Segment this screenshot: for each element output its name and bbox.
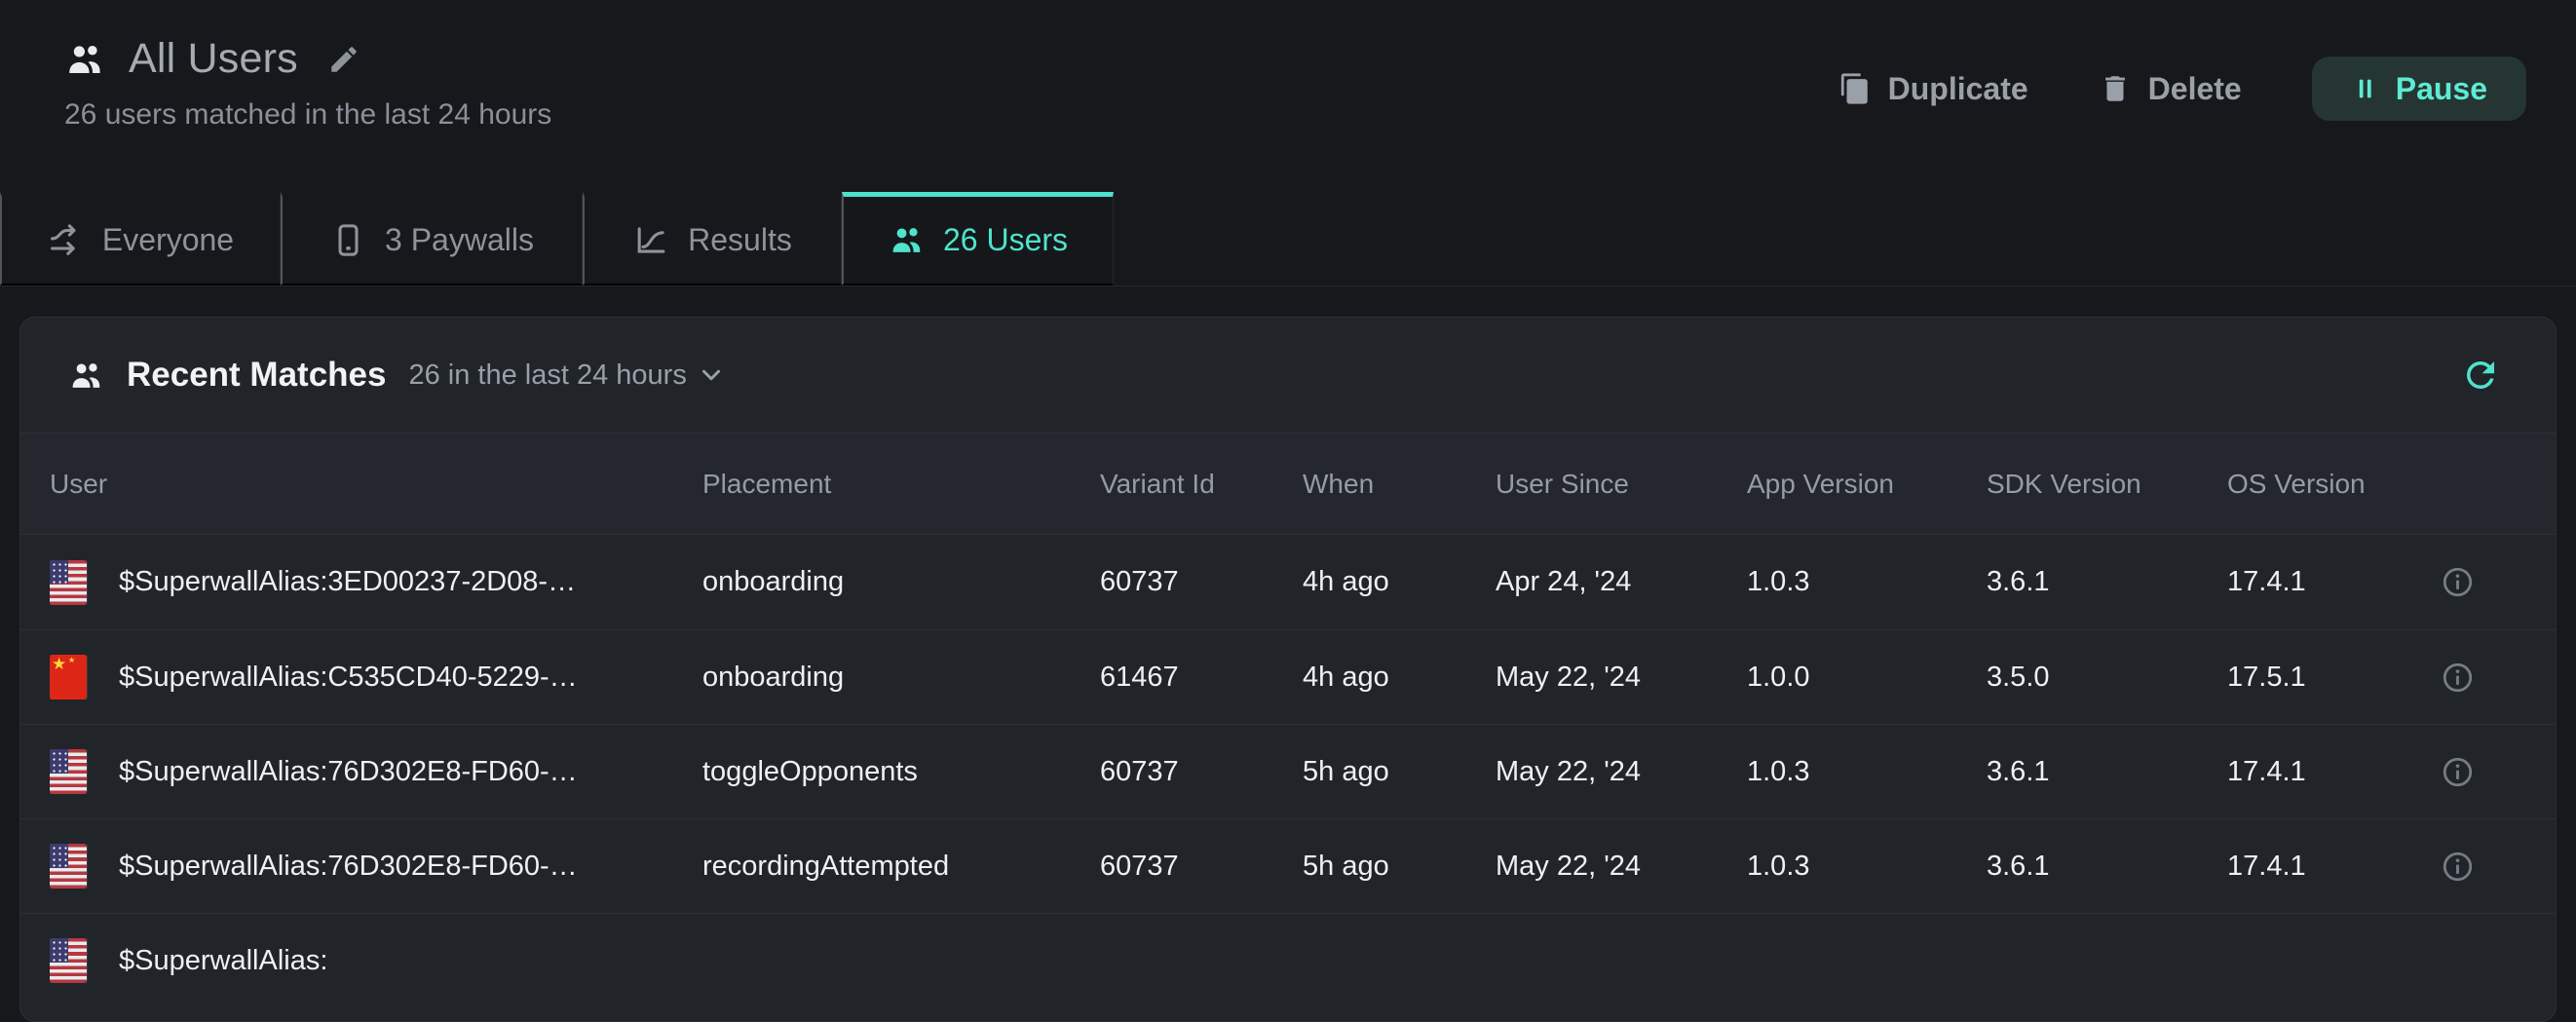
- header-actions: Duplicate Delete Pause: [1838, 57, 2526, 121]
- country-flag-icon: [50, 938, 87, 983]
- variant-id: 60737: [1100, 851, 1303, 883]
- delete-button[interactable]: Delete: [2099, 71, 2242, 107]
- panel-title: Recent Matches: [127, 356, 386, 395]
- users-icon: [889, 222, 925, 258]
- pause-button[interactable]: Pause: [2312, 57, 2526, 121]
- os-version: 17.5.1: [2227, 662, 2407, 694]
- tab-bar: Everyone 3 Paywalls Results 26 Users: [0, 192, 2576, 286]
- when: 4h ago: [1303, 662, 1496, 694]
- col-user: User: [50, 469, 702, 500]
- tab-everyone-label: Everyone: [102, 222, 234, 258]
- duplicate-icon: [1838, 72, 1872, 105]
- page-subtitle: 26 users matched in the last 24 hours: [64, 98, 551, 132]
- app-version: 1.0.3: [1747, 566, 1987, 598]
- country-flag-icon: [50, 655, 87, 700]
- tab-results[interactable]: Results: [583, 192, 842, 285]
- duplicate-button[interactable]: Duplicate: [1838, 71, 2028, 107]
- user-since: Apr 24, '24: [1496, 566, 1747, 598]
- app-version: 1.0.3: [1747, 851, 1987, 883]
- user-since: May 22, '24: [1496, 662, 1747, 694]
- app-version: 1.0.0: [1747, 662, 1987, 694]
- table-row[interactable]: $SuperwallAlias:76D302E8-FD60-… recordin…: [20, 818, 2556, 913]
- refresh-icon: [2460, 355, 2501, 396]
- recent-matches-panel: Recent Matches 26 in the last 24 hours U…: [19, 317, 2557, 1022]
- page-header: All Users 26 users matched in the last 2…: [0, 0, 2576, 192]
- delete-label: Delete: [2148, 71, 2242, 107]
- tab-users-label: 26 Users: [943, 222, 1068, 258]
- variant-id: 60737: [1100, 756, 1303, 788]
- placement: onboarding: [702, 662, 1100, 694]
- user-since: May 22, '24: [1496, 851, 1747, 883]
- col-sdk-version: SDK Version: [1987, 469, 2227, 500]
- info-icon: [2440, 564, 2476, 600]
- users-icon: [68, 358, 104, 394]
- when: 5h ago: [1303, 851, 1496, 883]
- when: 5h ago: [1303, 756, 1496, 788]
- page-title: All Users: [129, 35, 298, 83]
- tab-everyone[interactable]: Everyone: [0, 192, 281, 285]
- table-row[interactable]: $SuperwallAlias:C535CD40-5229-… onboardi…: [20, 629, 2556, 724]
- title-block: All Users 26 users matched in the last 2…: [64, 35, 551, 132]
- col-user-since: User Since: [1496, 469, 1747, 500]
- info-button[interactable]: [2440, 564, 2476, 600]
- user-alias: $SuperwallAlias:C535CD40-5229-…: [119, 662, 578, 694]
- variant-id: 61467: [1100, 662, 1303, 694]
- pause-icon: [2351, 74, 2380, 103]
- variant-id: 60737: [1100, 566, 1303, 598]
- table-header-row: User Placement Variant Id When User Sinc…: [20, 433, 2556, 535]
- edit-pencil-icon[interactable]: [327, 43, 360, 76]
- sdk-version: 3.6.1: [1987, 756, 2227, 788]
- audience-icon: [48, 222, 84, 258]
- info-button[interactable]: [2440, 660, 2476, 696]
- user-alias: $SuperwallAlias:: [119, 945, 327, 977]
- col-when: When: [1303, 469, 1496, 500]
- country-flag-icon: [50, 844, 87, 889]
- tab-users[interactable]: 26 Users: [842, 192, 1114, 285]
- user-alias: $SuperwallAlias:3ED00237-2D08-…: [119, 566, 576, 598]
- app-version: 1.0.3: [1747, 756, 1987, 788]
- user-alias: $SuperwallAlias:76D302E8-FD60-…: [119, 851, 578, 883]
- pause-label: Pause: [2396, 71, 2487, 107]
- sdk-version: 3.6.1: [1987, 566, 2227, 598]
- country-flag-icon: [50, 560, 87, 605]
- duplicate-label: Duplicate: [1888, 71, 2028, 107]
- refresh-button[interactable]: [2460, 355, 2501, 396]
- table-row[interactable]: $SuperwallAlias:: [20, 913, 2556, 1007]
- info-button[interactable]: [2440, 754, 2476, 790]
- info-button[interactable]: [2440, 849, 2476, 885]
- os-version: 17.4.1: [2227, 566, 2407, 598]
- placement: toggleOpponents: [702, 756, 1100, 788]
- tab-paywalls[interactable]: 3 Paywalls: [281, 192, 583, 285]
- user-since: May 22, '24: [1496, 756, 1747, 788]
- users-icon: [64, 39, 105, 80]
- info-icon: [2440, 849, 2476, 885]
- col-os-version: OS Version: [2227, 469, 2407, 500]
- trash-icon: [2099, 72, 2132, 105]
- info-icon: [2440, 660, 2476, 696]
- tab-results-label: Results: [688, 222, 792, 258]
- col-placement: Placement: [702, 469, 1100, 500]
- info-icon: [2440, 754, 2476, 790]
- panel-header: Recent Matches 26 in the last 24 hours: [20, 318, 2556, 433]
- when: 4h ago: [1303, 566, 1496, 598]
- paywalls-icon: [330, 222, 366, 258]
- os-version: 17.4.1: [2227, 756, 2407, 788]
- placement: onboarding: [702, 566, 1100, 598]
- placement: recordingAttempted: [702, 851, 1100, 883]
- user-alias: $SuperwallAlias:76D302E8-FD60-…: [119, 756, 578, 788]
- col-app-version: App Version: [1747, 469, 1987, 500]
- table-row[interactable]: $SuperwallAlias:3ED00237-2D08-… onboardi…: [20, 535, 2556, 629]
- panel-subtitle[interactable]: 26 in the last 24 hours: [408, 360, 686, 392]
- table-row[interactable]: $SuperwallAlias:76D302E8-FD60-… toggleOp…: [20, 724, 2556, 818]
- results-icon: [633, 222, 669, 258]
- os-version: 17.4.1: [2227, 851, 2407, 883]
- chevron-down-icon[interactable]: [697, 360, 726, 390]
- tab-paywalls-label: 3 Paywalls: [385, 222, 534, 258]
- sdk-version: 3.6.1: [1987, 851, 2227, 883]
- sdk-version: 3.5.0: [1987, 662, 2227, 694]
- col-variant-id: Variant Id: [1100, 469, 1303, 500]
- country-flag-icon: [50, 749, 87, 794]
